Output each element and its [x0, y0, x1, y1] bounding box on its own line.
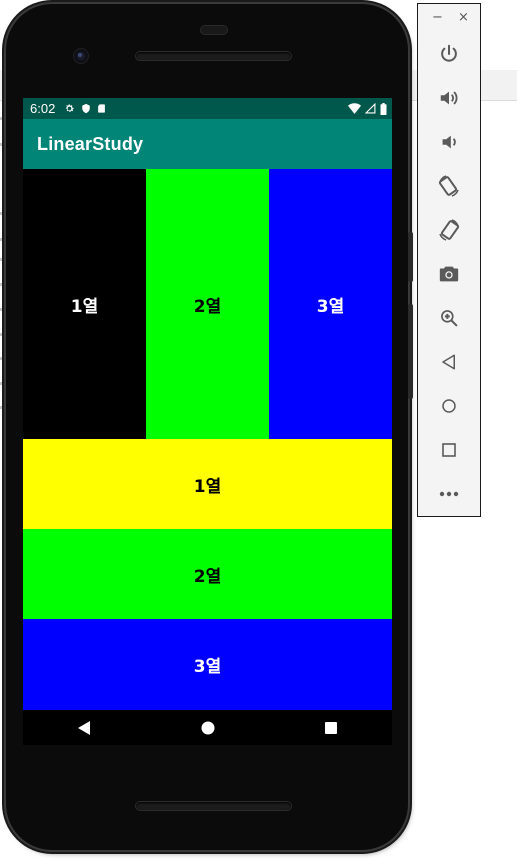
recents-square-icon	[324, 721, 337, 734]
zoom-button[interactable]	[435, 304, 463, 332]
bottom-speaker-grille	[136, 802, 291, 810]
app-title: LinearStudy	[37, 133, 144, 154]
rotate-right-button[interactable]	[435, 216, 463, 244]
battery-icon	[380, 102, 387, 115]
rotate-right-icon	[439, 219, 460, 241]
front-camera-icon	[74, 49, 88, 63]
rotate-left-icon	[438, 175, 459, 197]
navigation-bar	[23, 710, 392, 745]
row-label-3: 3열	[193, 657, 222, 677]
camera-icon	[439, 266, 459, 282]
more-button[interactable]	[435, 480, 463, 508]
column-label-3: 3열	[316, 296, 345, 317]
wifi-icon	[348, 103, 361, 114]
shield-icon	[82, 103, 91, 114]
overview-icon	[442, 443, 456, 457]
proximity-sensor	[201, 26, 227, 34]
device-side-button	[408, 232, 413, 282]
row-cell-3: 3열	[23, 619, 392, 710]
home-icon	[442, 399, 456, 413]
column-cell-2: 2열	[146, 169, 269, 439]
back-triangle-icon	[77, 720, 90, 735]
home-button[interactable]	[435, 392, 463, 420]
column-label-1: 1열	[70, 296, 99, 317]
overview-button[interactable]	[435, 436, 463, 464]
emulator-toolbar: − ×	[417, 3, 481, 517]
power-button[interactable]	[435, 40, 463, 68]
home-circle-icon	[201, 721, 214, 734]
power-icon	[441, 44, 457, 62]
column-cell-3: 3열	[269, 169, 392, 439]
zoom-icon	[441, 310, 458, 327]
volume-up-icon	[440, 91, 458, 105]
top-speaker-grille	[136, 52, 291, 60]
status-bar: 6:02	[23, 98, 392, 119]
more-icon	[439, 491, 459, 497]
back-icon	[442, 354, 455, 370]
volume-up-button[interactable]	[435, 84, 463, 112]
settings-gear-icon	[66, 104, 75, 112]
nav-back-button[interactable]	[65, 715, 105, 741]
device-side-button	[408, 304, 413, 399]
row-cell-1: 1열	[23, 439, 392, 529]
toolbar-close-button[interactable]: ×	[458, 10, 469, 25]
back-button[interactable]	[435, 348, 463, 376]
rotate-left-button[interactable]	[435, 172, 463, 200]
volume-down-icon	[442, 135, 456, 149]
toolbar-minimize-button[interactable]: −	[432, 10, 443, 25]
device-screen: 6:02 LinearStudy 1열 2열 3열 1열 2열 3열	[23, 98, 392, 745]
cellular-signal-icon	[365, 103, 376, 114]
horizontal-columns-row: 1열 2열 3열	[23, 169, 392, 439]
linear-layout-content: 1열 2열 3열 1열 2열 3열	[23, 169, 392, 710]
sd-card-icon	[98, 104, 106, 113]
row-cell-2: 2열	[23, 529, 392, 619]
screenshot-button[interactable]	[435, 260, 463, 288]
row-label-2: 2열	[193, 566, 222, 587]
column-cell-1: 1열	[23, 169, 146, 439]
nav-home-button[interactable]	[188, 715, 228, 741]
app-bar: LinearStudy	[23, 119, 392, 169]
status-time: 6:02	[30, 101, 56, 116]
row-label-1: 1열	[193, 476, 222, 497]
volume-down-button[interactable]	[435, 128, 463, 156]
nav-recents-button[interactable]	[311, 715, 351, 741]
column-label-2: 2열	[193, 296, 222, 317]
